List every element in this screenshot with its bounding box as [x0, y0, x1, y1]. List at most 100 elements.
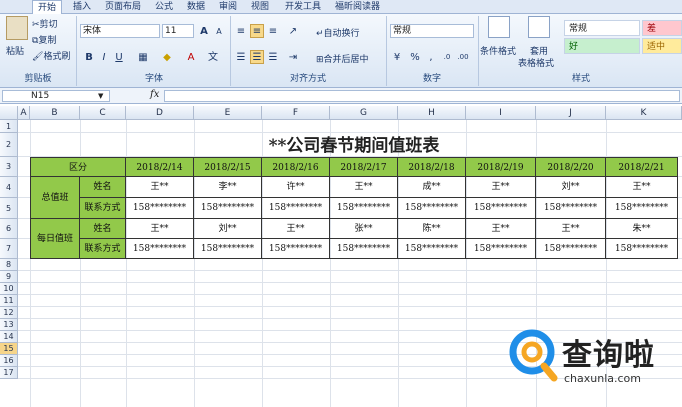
name-cell[interactable]: 刘**	[194, 219, 262, 239]
row-header[interactable]: 10	[0, 283, 18, 295]
row-header[interactable]: 9	[0, 271, 18, 283]
row-header[interactable]: 11	[0, 295, 18, 307]
name-cell[interactable]: 王**	[466, 219, 536, 239]
tab-review[interactable]: 审阅	[214, 0, 242, 14]
name-box-dropdown-icon[interactable]: ▼	[98, 92, 103, 100]
decrease-decimal-icon[interactable]: .00	[456, 50, 470, 64]
italic-icon[interactable]: I	[97, 50, 111, 64]
phonetic-icon[interactable]: 文	[206, 50, 220, 64]
wrap-text-button[interactable]: ↵自动换行	[316, 26, 360, 39]
percent-icon[interactable]: %	[408, 50, 422, 64]
format-painter-button[interactable]: 🖌格式刷	[32, 49, 70, 62]
paste-button[interactable]: 粘贴	[6, 44, 24, 57]
column-header[interactable]: J	[536, 106, 606, 120]
name-cell[interactable]: 王**	[330, 177, 398, 198]
tab-page-layout[interactable]: 页面布局	[100, 0, 146, 14]
name-box[interactable]: N15	[2, 90, 110, 102]
date-header-cell[interactable]: 2018/2/15	[194, 157, 262, 177]
name-cell[interactable]: 朱**	[606, 219, 678, 239]
font-size-select[interactable]: 11	[162, 24, 194, 38]
style-good[interactable]: 好	[564, 38, 640, 54]
tab-developer[interactable]: 开发工具	[280, 0, 326, 14]
tab-view[interactable]: 视图	[246, 0, 274, 14]
row-header[interactable]: 15	[0, 343, 18, 355]
contact-cell[interactable]: 158********	[126, 198, 194, 219]
name-cell[interactable]: 王**	[262, 219, 330, 239]
date-header-cell[interactable]: 2018/2/14	[126, 157, 194, 177]
row-header[interactable]: 8	[0, 259, 18, 271]
align-center-icon[interactable]: ☰	[250, 50, 264, 64]
formula-input[interactable]	[164, 90, 680, 102]
contact-cell[interactable]: 158********	[262, 198, 330, 219]
tab-insert[interactable]: 插入	[68, 0, 96, 14]
contact-cell[interactable]: 158********	[398, 239, 466, 259]
contact-cell[interactable]: 158********	[194, 239, 262, 259]
name-cell[interactable]: 刘**	[536, 177, 606, 198]
align-bottom-icon[interactable]: ≡	[266, 24, 280, 38]
contact-cell[interactable]: 158********	[330, 239, 398, 259]
contact-cell[interactable]: 158********	[466, 198, 536, 219]
tab-formulas[interactable]: 公式	[150, 0, 178, 14]
column-header[interactable]: E	[194, 106, 262, 120]
align-top-icon[interactable]: ≡	[234, 24, 248, 38]
merge-center-button[interactable]: ⊞合并后居中	[316, 52, 369, 65]
font-color-icon[interactable]: A	[184, 50, 198, 64]
style-neutral[interactable]: 适中	[642, 38, 682, 54]
contact-cell[interactable]: 158********	[126, 239, 194, 259]
comma-icon[interactable]: ,	[424, 50, 438, 64]
row-header[interactable]: 7	[0, 239, 18, 259]
contact-cell[interactable]: 158********	[194, 198, 262, 219]
column-header[interactable]: D	[126, 106, 194, 120]
underline-icon[interactable]: U	[112, 50, 126, 64]
style-normal[interactable]: 常规	[564, 20, 640, 36]
row-label-cell[interactable]: 联系方式	[80, 198, 126, 219]
cut-button[interactable]: ✂剪切	[32, 17, 58, 30]
date-header-cell[interactable]: 2018/2/21	[606, 157, 678, 177]
header-label-cell[interactable]: 区分	[30, 157, 126, 177]
date-header-cell[interactable]: 2018/2/19	[466, 157, 536, 177]
contact-cell[interactable]: 158********	[466, 239, 536, 259]
shrink-font-icon[interactable]: A	[212, 24, 226, 38]
row-header[interactable]: 17	[0, 367, 18, 379]
row-header[interactable]: 6	[0, 219, 18, 239]
number-format-select[interactable]: 常规	[390, 24, 474, 38]
name-cell[interactable]: 王**	[126, 177, 194, 198]
format-as-table-label-2[interactable]: 表格格式	[518, 56, 554, 69]
name-cell[interactable]: 成**	[398, 177, 466, 198]
contact-cell[interactable]: 158********	[262, 239, 330, 259]
row-header[interactable]: 3	[0, 157, 18, 177]
column-header[interactable]: G	[330, 106, 398, 120]
name-cell[interactable]: 王**	[536, 219, 606, 239]
row-label-cell[interactable]: 联系方式	[80, 239, 126, 259]
date-header-cell[interactable]: 2018/2/17	[330, 157, 398, 177]
column-header[interactable]: A	[18, 106, 30, 120]
name-cell[interactable]: 王**	[126, 219, 194, 239]
insert-function-icon[interactable]: fx	[150, 89, 159, 100]
name-cell[interactable]: 张**	[330, 219, 398, 239]
currency-icon[interactable]: ¥	[390, 50, 404, 64]
column-header[interactable]: I	[466, 106, 536, 120]
tab-foxit-reader[interactable]: 福昕阅读器	[330, 0, 385, 14]
tab-data[interactable]: 数据	[182, 0, 210, 14]
row-header[interactable]: 12	[0, 307, 18, 319]
row-label-cell[interactable]: 姓名	[80, 177, 126, 198]
column-header[interactable]: F	[262, 106, 330, 120]
row-header[interactable]: 2	[0, 133, 18, 157]
column-header[interactable]: B	[30, 106, 80, 120]
group-label-cell[interactable]: 总值班	[30, 177, 80, 219]
column-header[interactable]: K	[606, 106, 682, 120]
increase-decimal-icon[interactable]: .0	[440, 50, 454, 64]
select-all-corner[interactable]	[0, 106, 18, 120]
conditional-format-button[interactable]: 条件格式	[480, 44, 516, 57]
contact-cell[interactable]: 158********	[398, 198, 466, 219]
contact-cell[interactable]: 158********	[536, 198, 606, 219]
row-header[interactable]: 13	[0, 319, 18, 331]
column-header[interactable]: C	[80, 106, 126, 120]
grow-font-icon[interactable]: A	[197, 24, 211, 38]
sheet-title[interactable]: **公司春节期间值班表	[30, 136, 678, 156]
contact-cell[interactable]: 158********	[330, 198, 398, 219]
contact-cell[interactable]: 158********	[606, 239, 678, 259]
font-name-select[interactable]: 宋体	[80, 24, 160, 38]
copy-button[interactable]: ⧉复制	[32, 33, 56, 46]
name-cell[interactable]: 王**	[606, 177, 678, 198]
